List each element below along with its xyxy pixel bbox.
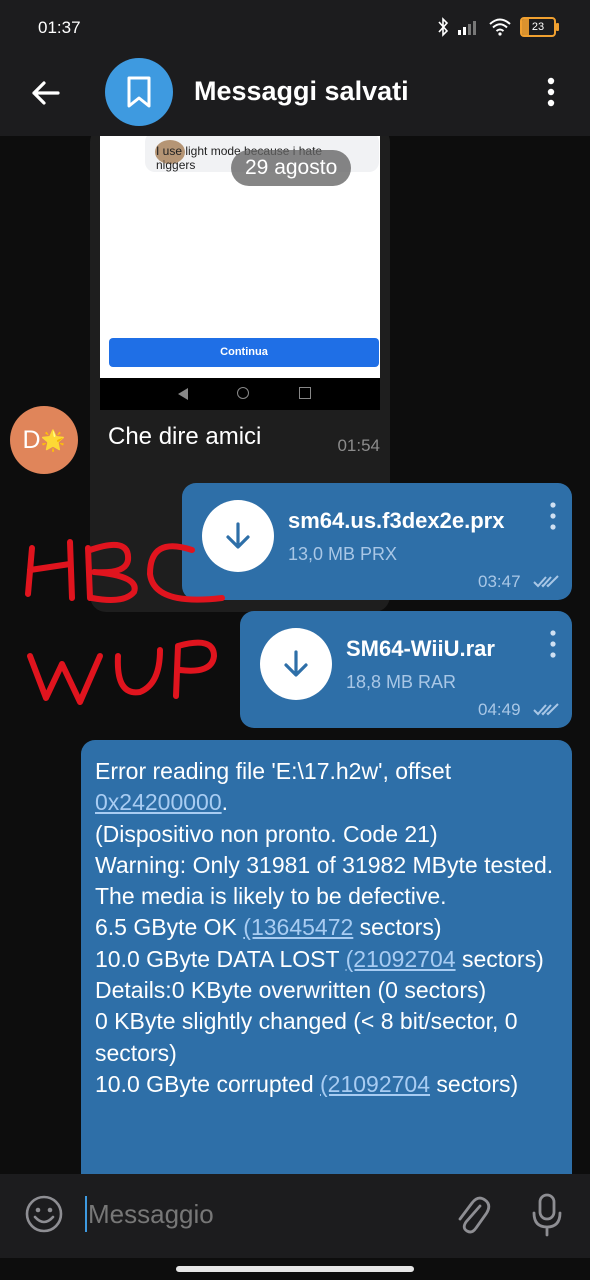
file-size: 13,0 MB PRX [288,544,398,564]
text-line: sectors) [353,914,442,941]
file-options-icon[interactable] [550,502,556,530]
chat-title[interactable]: Messaggi salvati [194,76,409,107]
home-indicator[interactable] [176,1266,414,1272]
gesture-area [0,1258,590,1280]
screenshot-nav-bar [100,378,380,410]
text-line: (Dispositivo non pronto. Code 21) [95,820,438,847]
bookmark-icon [127,76,151,108]
bluetooth-icon [438,17,449,37]
message-input[interactable] [84,1194,428,1234]
text-line: Error reading file 'E:\17.h2w', offset [95,758,452,784]
download-arrow-icon [226,522,250,549]
file-message[interactable]: sm64.us.f3dex2e.prx 13,0 MB PRX 03:47 [182,483,572,600]
signal-icon [458,21,476,35]
offset-link[interactable]: 0x24200000 [95,789,222,815]
microphone-icon[interactable] [530,1192,564,1238]
wifi-icon [489,18,511,36]
text-line: . [221,789,229,816]
double-check-icon [533,703,559,716]
more-vertical-icon[interactable] [542,74,560,110]
nav-home-icon [237,387,249,399]
battery-icon: 23 [520,17,559,37]
sectors-link[interactable]: (13645472 [243,914,353,940]
file-size: 18,8 MB RAR [346,672,457,692]
star-badge-icon: 🌟 [40,429,66,452]
saved-messages-avatar[interactable] [105,58,173,126]
message-list[interactable]: I use light mode because i hate niggers … [0,136,590,1174]
text-line: sectors) [430,1070,519,1097]
message-time: 04:49 [478,700,521,719]
date-chip: 29 agosto [231,150,352,186]
status-time: 01:37 [38,18,81,37]
emoji-icon[interactable] [24,1194,64,1234]
paperclip-icon[interactable] [452,1192,492,1238]
text-line: 10.0 GByte corrupted [95,1070,321,1097]
file-message[interactable]: SM64-WiiU.rar 18,8 MB RAR 04:49 [240,611,572,728]
double-check-icon [533,575,559,588]
text-line: Warning: Only 31981 of 31982 MByte teste… [95,851,554,878]
file-options-icon[interactable] [550,630,556,658]
sectors-link[interactable]: (21092704 [320,1071,430,1097]
text-message-body: Error reading file 'E:\17.h2w', offset 0… [95,756,559,1100]
arrow-left-icon[interactable] [28,75,64,111]
sectors-link[interactable]: (21092704 [346,946,456,972]
chat-header: Messaggi salvati [0,50,590,136]
screenshot-continua-button: Continua [109,338,379,367]
nav-back-icon [178,388,188,400]
text-line: Details:0 KByte overwritten (0 sectors) [95,977,487,1004]
text-message[interactable]: Error reading file 'E:\17.h2w', offset 0… [81,740,572,1174]
sender-avatar[interactable]: D 🌟 [10,406,78,474]
download-arrow-icon [284,650,308,677]
text-line: 10.0 GByte DATA LOST [95,945,346,972]
text-line: 6.5 GByte OK [95,914,244,941]
text-line: sectors) [455,945,544,972]
download-button[interactable] [260,628,332,700]
message-input-bar [0,1174,590,1258]
file-name: sm64.us.f3dex2e.prx [288,508,505,533]
download-button[interactable] [202,500,274,572]
message-time: 03:47 [478,572,521,591]
nav-recents-icon [299,387,311,399]
status-bar: 01:37 23 [0,0,590,50]
battery-level: 23 [531,21,545,33]
text-line: The media is likely to be defective. [95,883,447,910]
sender-initial: D [22,425,41,454]
message-time: 01:54 [337,436,380,455]
file-name: SM64-WiiU.rar [346,636,495,661]
status-icons: 23 [437,14,559,40]
text-line: 0 KByte slightly changed (< 8 bit/sector… [95,1008,518,1066]
message-caption: Che dire amici [108,423,262,450]
